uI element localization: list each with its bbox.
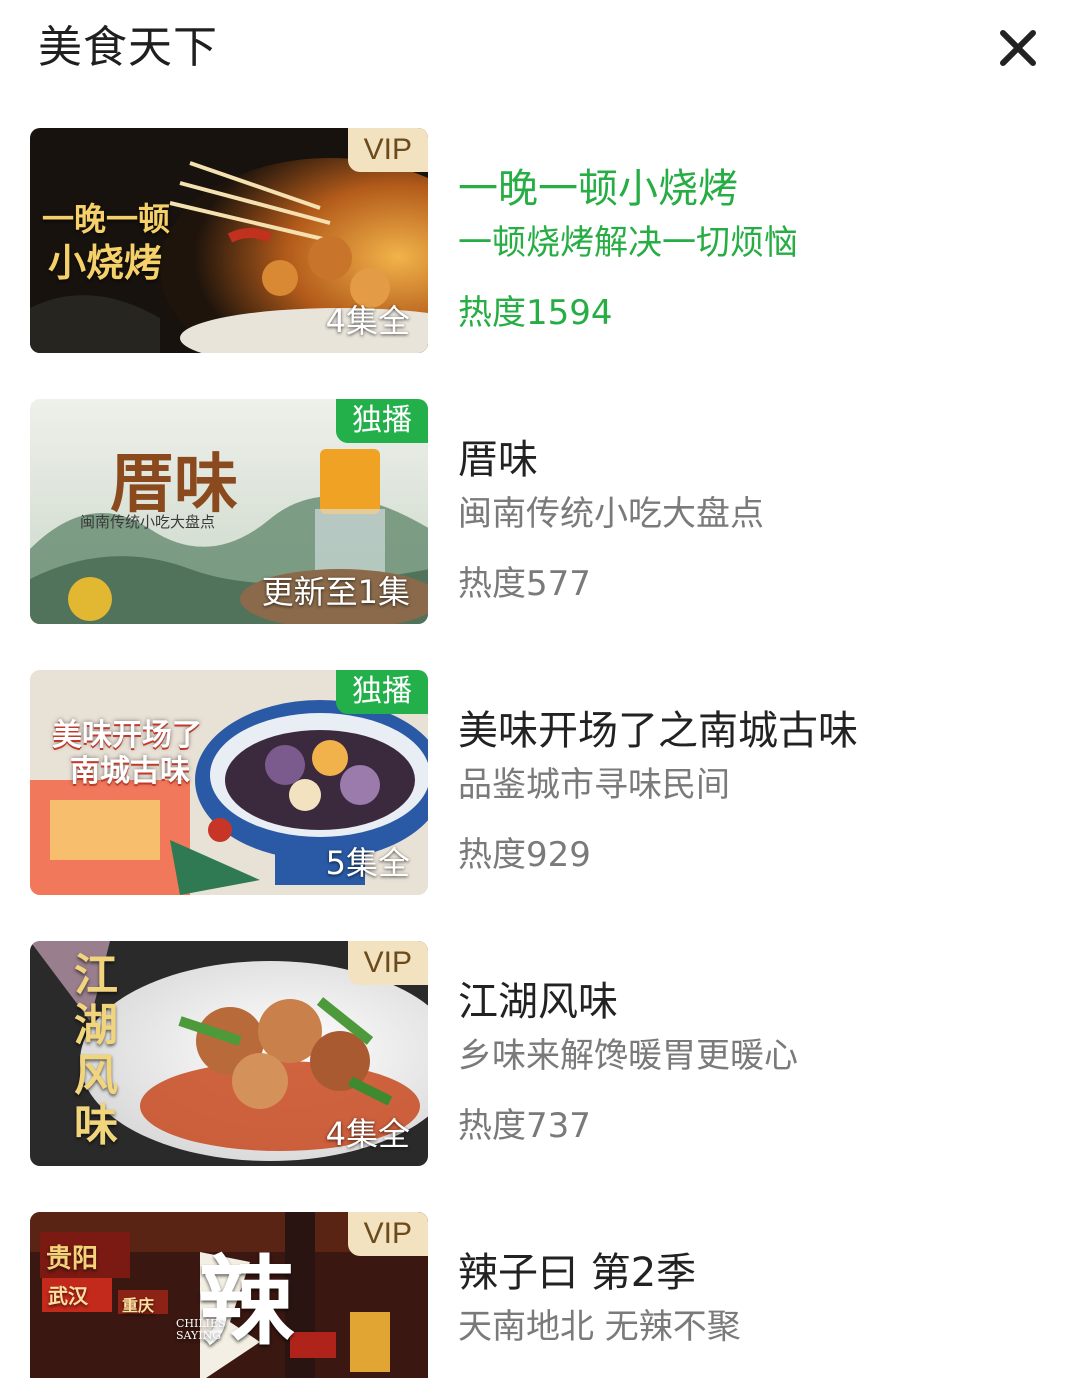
show-title[interactable]: 一晚一顿小烧烤 [458, 164, 738, 214]
food-list-page: 美食天下 一晚一顿 小烧烤 VIP 4集全 一晚一顿小烧烤 一顿烧烤解决一切烦恼… [0, 0, 1080, 1389]
exclusive-badge: 独播 [336, 670, 428, 714]
cover-english-title: CHILIES SAYING [176, 1317, 226, 1342]
cover-city-chongqing: 重庆 [122, 1296, 155, 1315]
show-heat: 热度737 [458, 1106, 591, 1146]
show-cover[interactable]: 美味开场了 南城古味 独播 5集全 [30, 670, 428, 895]
show-cover[interactable]: 一晚一顿 小烧烤 VIP 4集全 [30, 128, 428, 353]
episode-count: 4集全 [325, 302, 410, 340]
show-info: 一晚一顿小烧烤 一顿烧烤解决一切烦恼 热度1594 [458, 128, 1058, 353]
show-info: 辣子曰 第2季 天南地北 无辣不聚 [458, 1212, 1058, 1378]
show-list: 一晚一顿 小烧烤 VIP 4集全 一晚一顿小烧烤 一顿烧烤解决一切烦恼 热度15… [0, 128, 1080, 1389]
show-item[interactable]: 贵阳 武汉 重庆 辣 CHILIES SAYING VIP 辣子曰 第2季 天南… [0, 1212, 1080, 1378]
show-info: 江湖风味 乡味来解馋暖胃更暖心 热度737 [458, 941, 1058, 1166]
show-subtitle: 一顿烧烤解决一切烦恼 [458, 223, 798, 263]
header: 美食天下 [0, 0, 1080, 96]
show-subtitle: 天南地北 无辣不聚 [458, 1307, 741, 1347]
vip-badge: VIP [347, 1212, 428, 1256]
show-item[interactable]: 美味开场了 南城古味 独播 5集全 美味开场了之南城古味 品鉴城市寻味民间 热度… [0, 670, 1080, 895]
cover-city-guiyang: 贵阳 [46, 1244, 99, 1274]
show-title[interactable]: 美味开场了之南城古味 [458, 706, 858, 756]
close-icon [1000, 30, 1036, 66]
show-title[interactable]: 厝味 [458, 435, 538, 485]
show-item[interactable]: 厝味 闽南传统小吃大盘点 独播 更新至1集 厝味 闽南传统小吃大盘点 热度577 [0, 399, 1080, 624]
show-cover[interactable]: 厝味 闽南传统小吃大盘点 独播 更新至1集 [30, 399, 428, 624]
show-subtitle: 品鉴城市寻味民间 [458, 765, 730, 805]
show-title[interactable]: 辣子曰 第2季 [458, 1248, 696, 1298]
show-info: 美味开场了之南城古味 品鉴城市寻味民间 热度929 [458, 670, 1058, 895]
cover-title-line-2: 小烧烤 [48, 240, 163, 285]
vip-badge: VIP [347, 941, 428, 985]
show-subtitle: 闽南传统小吃大盘点 [458, 494, 764, 534]
show-cover[interactable]: 贵阳 武汉 重庆 辣 CHILIES SAYING VIP [30, 1212, 428, 1378]
episode-count: 4集全 [325, 1115, 410, 1153]
show-item[interactable]: 一晚一顿 小烧烤 VIP 4集全 一晚一顿小烧烤 一顿烧烤解决一切烦恼 热度15… [0, 128, 1080, 353]
exclusive-badge: 独播 [336, 399, 428, 443]
show-title[interactable]: 江湖风味 [458, 977, 618, 1027]
cover-title: 江湖风味 [74, 950, 118, 1151]
cover-title: 辣 [198, 1245, 294, 1358]
show-item[interactable]: 江湖风味 VIP 4集全 江湖风味 乡味来解馋暖胃更暖心 热度737 [0, 941, 1080, 1166]
episode-count: 更新至1集 [261, 573, 410, 611]
show-heat: 热度1594 [458, 293, 613, 333]
vip-badge: VIP [347, 128, 428, 172]
episode-count: 5集全 [325, 844, 410, 882]
cover-title-line-2: 南城古味 [70, 754, 190, 789]
show-heat: 热度577 [458, 564, 591, 604]
show-subtitle: 乡味来解馋暖胃更暖心 [458, 1036, 798, 1076]
page-title: 美食天下 [38, 22, 218, 73]
cover-title-sub: 闽南传统小吃大盘点 [80, 513, 216, 531]
show-heat: 热度929 [458, 835, 591, 875]
cover-city-wuhan: 武汉 [48, 1284, 88, 1308]
show-cover[interactable]: 江湖风味 VIP 4集全 [30, 941, 428, 1166]
close-button[interactable] [990, 20, 1046, 76]
show-info: 厝味 闽南传统小吃大盘点 热度577 [458, 399, 1058, 624]
